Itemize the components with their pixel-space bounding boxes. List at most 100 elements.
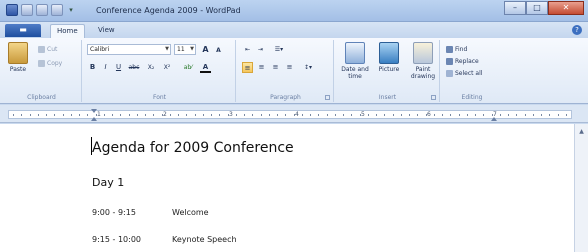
close-button[interactable]: ✕	[548, 1, 584, 15]
paint-drawing-button[interactable]: Paint drawing	[406, 42, 440, 80]
document-heading[interactable]: Agenda for 2009 Conference	[92, 140, 294, 156]
ruler-tick	[558, 114, 559, 116]
window-controls: – □ ✕	[504, 1, 584, 15]
font-family-value: Calibri	[90, 46, 110, 53]
justify-icon[interactable]: ≡	[284, 62, 295, 73]
replace-icon	[446, 58, 453, 65]
picture-icon	[379, 42, 399, 64]
ruler-tick	[450, 114, 451, 116]
align-left-icon[interactable]: ≡	[242, 62, 253, 73]
shrink-font-button[interactable]: A	[213, 45, 224, 56]
save-icon[interactable]	[21, 4, 33, 16]
agenda-item[interactable]: Keynote Speech	[172, 235, 237, 244]
align-right-icon[interactable]: ≡	[270, 62, 281, 73]
date-time-button[interactable]: Date and time	[338, 42, 372, 80]
ruler-tick	[112, 114, 113, 116]
paragraph-group-label: Paragraph	[270, 94, 301, 101]
ruler-tick	[516, 114, 517, 116]
ruler-tick	[21, 114, 22, 116]
ruler-tick	[343, 114, 344, 116]
agenda-item[interactable]: Welcome	[172, 208, 209, 217]
quick-access-toolbar: ▾	[6, 4, 76, 16]
chevron-down-icon: ▼	[165, 46, 169, 52]
help-icon[interactable]: ?	[572, 25, 582, 35]
find-label: Find	[455, 46, 468, 53]
replace-button[interactable]: Replace	[446, 58, 479, 65]
list-icon[interactable]: ☰▾	[270, 44, 288, 55]
binoculars-icon	[446, 46, 453, 53]
ruler-tick	[310, 114, 311, 116]
grow-font-button[interactable]: A	[200, 44, 211, 55]
highlight-color-button[interactable]: ab⁄	[180, 62, 196, 73]
scroll-up-icon[interactable]: ▲	[577, 127, 586, 136]
undo-icon[interactable]	[36, 4, 48, 16]
cut-button[interactable]: Cut	[38, 46, 57, 53]
ruler-tick	[302, 114, 303, 116]
customize-toolbar-icon[interactable]: ▾	[66, 4, 76, 16]
italic-button[interactable]: I	[100, 62, 111, 73]
ribbon-tab-row: ▬ Home View ?	[0, 22, 588, 38]
ruler-number: 4	[295, 111, 299, 118]
tab-home[interactable]: Home	[50, 24, 85, 38]
ruler-tick	[483, 114, 484, 116]
app-icon[interactable]	[6, 4, 18, 16]
superscript-button[interactable]: X²	[160, 62, 174, 73]
agenda-time[interactable]: 9:15 - 10:00	[92, 235, 141, 244]
ruler-tick	[38, 114, 39, 116]
ruler-tick	[525, 114, 526, 116]
editing-group: Find Replace Select all Editing	[442, 40, 502, 102]
paste-label: Paste	[9, 66, 27, 73]
vertical-scrollbar[interactable]: ▲	[574, 124, 588, 252]
ruler-tick	[566, 114, 567, 116]
ruler-tick	[368, 114, 369, 116]
replace-label: Replace	[455, 58, 479, 65]
underline-button[interactable]: U	[113, 62, 124, 73]
document-day-heading[interactable]: Day 1	[92, 176, 124, 189]
maximize-button[interactable]: □	[526, 1, 548, 15]
ruler-tick	[442, 114, 443, 116]
paste-icon	[8, 42, 28, 64]
bold-button[interactable]: B	[87, 62, 98, 73]
paint-brush-icon	[413, 42, 433, 64]
minimize-button[interactable]: –	[504, 1, 526, 15]
ruler-tick	[71, 114, 72, 116]
ruler-tick	[219, 114, 220, 116]
file-menu-button[interactable]: ▬	[5, 24, 41, 37]
subscript-button[interactable]: X₂	[144, 62, 158, 73]
ruler-tick	[63, 114, 64, 116]
title-bar: ▾ Conference Agenda 2009 - WordPad – □ ✕	[0, 0, 588, 22]
decrease-indent-icon[interactable]: ⇤	[242, 44, 253, 55]
insert-group: Date and time Picture Paint drawing Inse…	[336, 40, 440, 102]
ruler-tick	[533, 114, 534, 116]
text-color-button[interactable]: A	[200, 62, 211, 73]
agenda-time[interactable]: 9:00 - 9:15	[92, 208, 136, 217]
increase-indent-icon[interactable]: ⇥	[255, 44, 266, 55]
ruler-tick	[541, 114, 542, 116]
ruler-tick	[120, 114, 121, 116]
ruler-tick	[79, 114, 80, 116]
picture-button[interactable]: Picture	[372, 42, 406, 73]
strikethrough-button[interactable]: abc	[126, 62, 142, 73]
font-family-select[interactable]: Calibri ▼	[87, 44, 171, 55]
ruler-tick	[285, 114, 286, 116]
paragraph-group: ⇤ ⇥ ☰▾ ≡ ≡ ≡ ≡ ↕▾ Paragraph	[238, 40, 334, 102]
ruler-number: 2	[163, 111, 167, 118]
ruler-tick	[153, 114, 154, 116]
ruler-number: 7	[493, 111, 497, 118]
align-center-icon[interactable]: ≡	[256, 62, 267, 73]
ruler-tick	[549, 114, 550, 116]
line-spacing-icon[interactable]: ↕▾	[300, 62, 316, 73]
ruler-tick	[434, 114, 435, 116]
ruler-tick	[393, 114, 394, 116]
scissors-icon	[38, 46, 45, 53]
select-all-button[interactable]: Select all	[446, 70, 482, 77]
copy-button[interactable]: Copy	[38, 60, 62, 67]
ruler-tick	[475, 114, 476, 116]
ruler-number: 6	[427, 111, 431, 118]
font-size-select[interactable]: 11 ▼	[174, 44, 196, 55]
find-button[interactable]: Find	[446, 46, 467, 53]
picture-label: Picture	[378, 66, 400, 73]
tab-view[interactable]: View	[92, 24, 121, 38]
paste-button[interactable]: Paste	[4, 42, 32, 73]
redo-icon[interactable]	[51, 4, 63, 16]
